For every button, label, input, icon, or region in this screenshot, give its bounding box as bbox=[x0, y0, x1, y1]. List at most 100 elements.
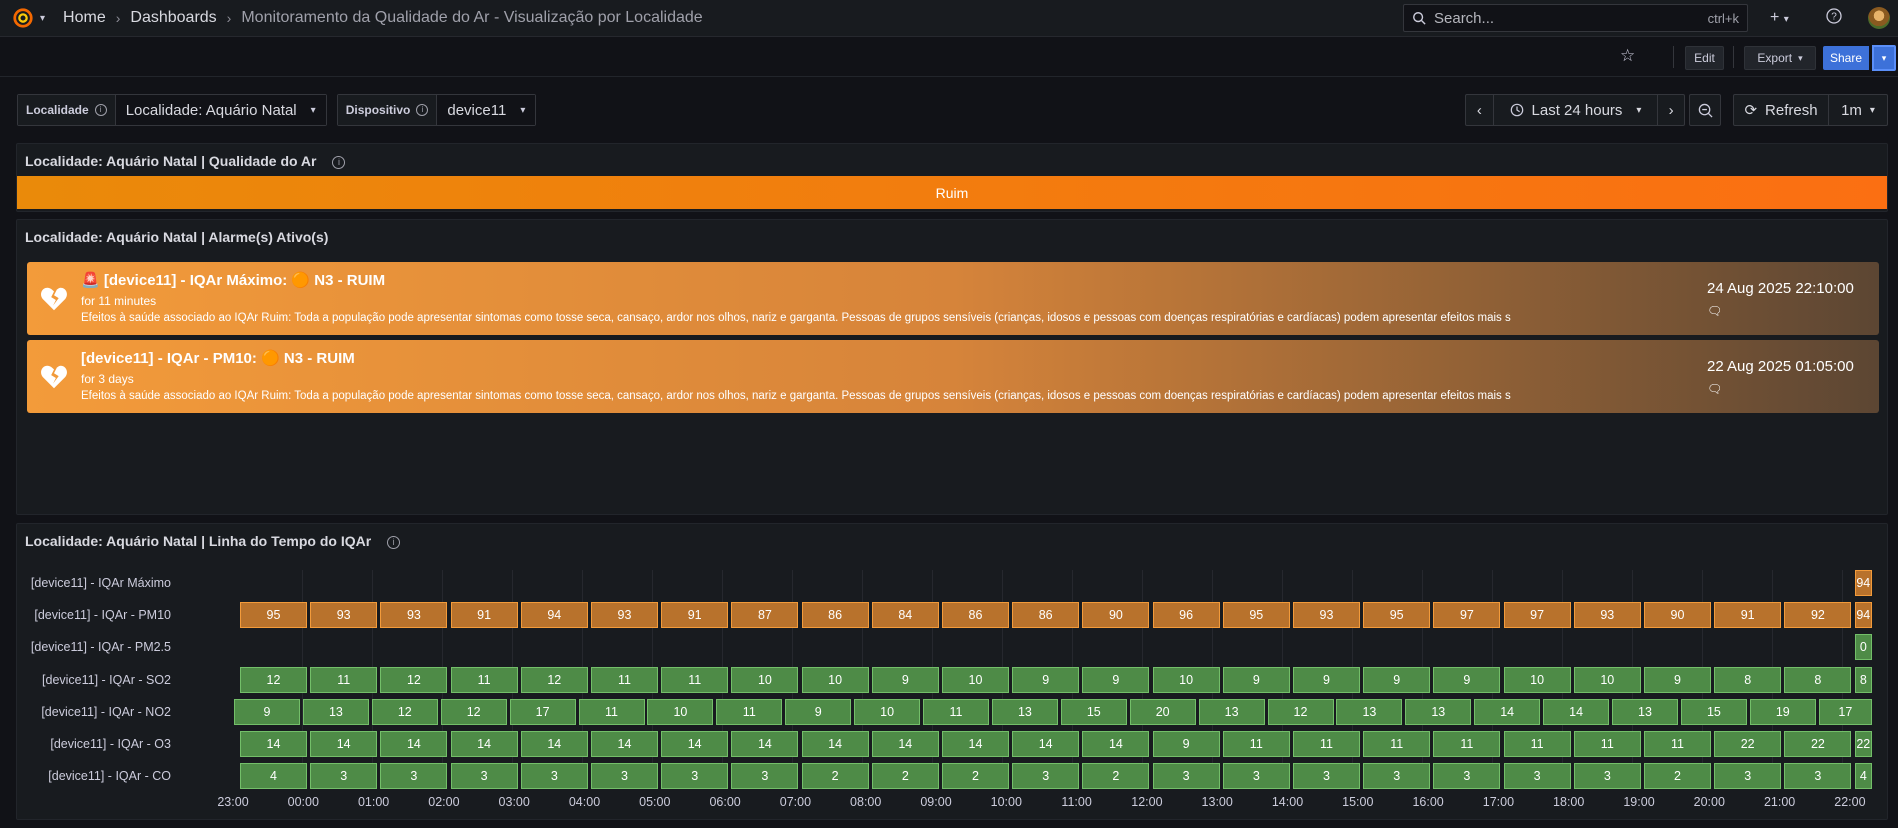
timeline-segment[interactable]: 95 bbox=[240, 602, 307, 629]
timeline-segment[interactable]: 13 bbox=[1198, 698, 1265, 725]
timeline-segment[interactable]: 2 bbox=[942, 763, 1009, 790]
timeline-segment[interactable]: 14 bbox=[450, 731, 518, 757]
timeline-segment[interactable]: 15 bbox=[1680, 698, 1747, 725]
timeline-segment[interactable]: 11 bbox=[450, 666, 518, 693]
timeline-segment[interactable]: 10 bbox=[1503, 666, 1571, 693]
timeline-segment[interactable]: 14 bbox=[731, 731, 799, 757]
timeline-segment[interactable]: 11 bbox=[716, 698, 783, 725]
timeline-segment[interactable]: 14 bbox=[310, 731, 378, 757]
timeline-segment[interactable]: 14 bbox=[1082, 731, 1150, 757]
timeline-segment[interactable]: 90 bbox=[1082, 602, 1150, 629]
timeline-segment[interactable]: 95 bbox=[1222, 602, 1290, 629]
timeline-segment[interactable]: 9 bbox=[1433, 666, 1501, 693]
export-button[interactable]: Export ▾ bbox=[1744, 46, 1816, 70]
timeline-segment[interactable]: 14 bbox=[661, 731, 729, 757]
timeline-segment[interactable]: 91 bbox=[450, 602, 518, 629]
timeline-segment[interactable]: 91 bbox=[661, 602, 729, 629]
timeline-segment[interactable]: 11 bbox=[661, 666, 729, 693]
timeline-segment[interactable]: 10 bbox=[1152, 666, 1220, 693]
timeline-segment[interactable]: 14 bbox=[871, 731, 939, 757]
timeline-segment[interactable]: 2 bbox=[1082, 763, 1150, 790]
timeline-segment[interactable]: 3 bbox=[1573, 763, 1641, 790]
alarm-item[interactable]: [device11] - IQAr - PM10: 🟠 N3 - RUIM fo… bbox=[27, 340, 1879, 413]
timeline-segment[interactable]: 11 bbox=[1222, 731, 1290, 757]
timeline-segment[interactable]: 3 bbox=[520, 763, 588, 790]
timeline-segment[interactable]: 3 bbox=[1784, 763, 1852, 790]
timeline-segment[interactable]: 9 bbox=[1293, 666, 1360, 693]
add-icon[interactable]: + ▾ bbox=[1770, 9, 1789, 27]
timeline-segment[interactable]: 11 bbox=[923, 698, 989, 725]
timeline-segment[interactable]: 3 bbox=[1222, 763, 1290, 790]
timeline-segment[interactable]: 12 bbox=[371, 698, 438, 725]
info-icon[interactable]: i bbox=[387, 535, 401, 549]
timeline-segment[interactable]: 11 bbox=[591, 666, 658, 693]
timeline-segment[interactable]: 3 bbox=[1433, 763, 1501, 790]
timeline-segment[interactable]: 10 bbox=[1573, 666, 1641, 693]
timeline-segment[interactable]: 0 bbox=[1854, 634, 1872, 661]
timeline-segment[interactable]: 12 bbox=[440, 698, 507, 725]
timeline-segment[interactable]: 84 bbox=[871, 602, 939, 629]
timeline-segment[interactable]: 11 bbox=[578, 698, 645, 725]
timeline-segment[interactable]: 94 bbox=[1854, 570, 1872, 596]
timeline-segment[interactable]: 12 bbox=[1267, 698, 1334, 725]
timeline-segment[interactable]: 9 bbox=[1152, 731, 1220, 757]
timeline-segment[interactable]: 4 bbox=[240, 763, 307, 790]
timeline-segment[interactable]: 9 bbox=[785, 698, 852, 725]
time-back-button[interactable]: ‹ bbox=[1466, 95, 1494, 125]
timeline-segment[interactable]: 12 bbox=[520, 666, 588, 693]
refresh-button[interactable]: ⟳ Refresh bbox=[1734, 95, 1829, 125]
timeline-segment[interactable]: 10 bbox=[647, 698, 714, 725]
timeline-segment[interactable]: 13 bbox=[1336, 698, 1403, 725]
timeline-segment[interactable]: 10 bbox=[731, 666, 799, 693]
timeline-segment[interactable]: 15 bbox=[1060, 698, 1127, 725]
info-icon[interactable]: i bbox=[416, 104, 429, 116]
timeline-segment[interactable]: 9 bbox=[1222, 666, 1290, 693]
timeline-segment[interactable]: 93 bbox=[591, 602, 658, 629]
timeline-segment[interactable]: 12 bbox=[240, 666, 307, 693]
timeline-segment[interactable]: 3 bbox=[1714, 763, 1782, 790]
time-forward-button[interactable]: › bbox=[1658, 95, 1684, 125]
timeline-segment[interactable]: 11 bbox=[1503, 731, 1571, 757]
timeline-segment[interactable]: 3 bbox=[1293, 763, 1360, 790]
star-icon[interactable]: ☆ bbox=[1620, 46, 1635, 66]
timeline-segment[interactable]: 91 bbox=[1714, 602, 1782, 629]
timeline-segment[interactable]: 20 bbox=[1129, 698, 1196, 725]
timeline-segment[interactable]: 22 bbox=[1784, 731, 1852, 757]
timeline-segment[interactable]: 10 bbox=[942, 666, 1009, 693]
timeline-segment[interactable]: 86 bbox=[942, 602, 1009, 629]
timeline-segment[interactable]: 9 bbox=[234, 698, 300, 725]
timeline-segment[interactable]: 9 bbox=[1644, 666, 1711, 693]
timeline-segment[interactable]: 11 bbox=[310, 666, 378, 693]
timeline-segment[interactable]: 94 bbox=[1854, 602, 1872, 629]
timeline-segment[interactable]: 13 bbox=[991, 698, 1058, 725]
info-icon[interactable]: i bbox=[94, 104, 107, 116]
timeline-segment[interactable]: 10 bbox=[801, 666, 869, 693]
timeline-segment[interactable]: 8 bbox=[1714, 666, 1782, 693]
timeline-segment[interactable]: 93 bbox=[1573, 602, 1641, 629]
timeline-segment[interactable]: 92 bbox=[1784, 602, 1852, 629]
avatar[interactable] bbox=[1868, 7, 1890, 29]
timeline-segment[interactable]: 11 bbox=[1644, 731, 1711, 757]
timeline-segment[interactable]: 95 bbox=[1363, 602, 1431, 629]
timeline-segment[interactable]: 97 bbox=[1503, 602, 1571, 629]
timeline-segment[interactable]: 14 bbox=[1543, 698, 1610, 725]
breadcrumb-dashboards[interactable]: Dashboards bbox=[130, 9, 216, 27]
info-icon[interactable]: i bbox=[332, 155, 346, 169]
timeline-segment[interactable]: 17 bbox=[1818, 698, 1872, 725]
timeline-segment[interactable]: 93 bbox=[310, 602, 378, 629]
timeline-segment[interactable]: 3 bbox=[380, 763, 448, 790]
refresh-interval-select[interactable]: 1m ▾ bbox=[1829, 95, 1887, 125]
timeline-segment[interactable]: 94 bbox=[520, 602, 588, 629]
timeline-segment[interactable]: 9 bbox=[1012, 666, 1080, 693]
timeline-segment[interactable]: 14 bbox=[520, 731, 588, 757]
timeline-segment[interactable]: 10 bbox=[854, 698, 921, 725]
timeline-segment[interactable]: 97 bbox=[1433, 602, 1501, 629]
timeline-segment[interactable]: 3 bbox=[1503, 763, 1571, 790]
timeline-segment[interactable]: 11 bbox=[1433, 731, 1501, 757]
timeline-segment[interactable]: 3 bbox=[1152, 763, 1220, 790]
search-input[interactable]: Search... ctrl+k bbox=[1403, 4, 1748, 32]
timeline-segment[interactable]: 86 bbox=[1012, 602, 1080, 629]
timeline-segment[interactable]: 14 bbox=[380, 731, 448, 757]
timeline-segment[interactable]: 17 bbox=[509, 698, 576, 725]
timeline-segment[interactable]: 11 bbox=[1363, 731, 1431, 757]
